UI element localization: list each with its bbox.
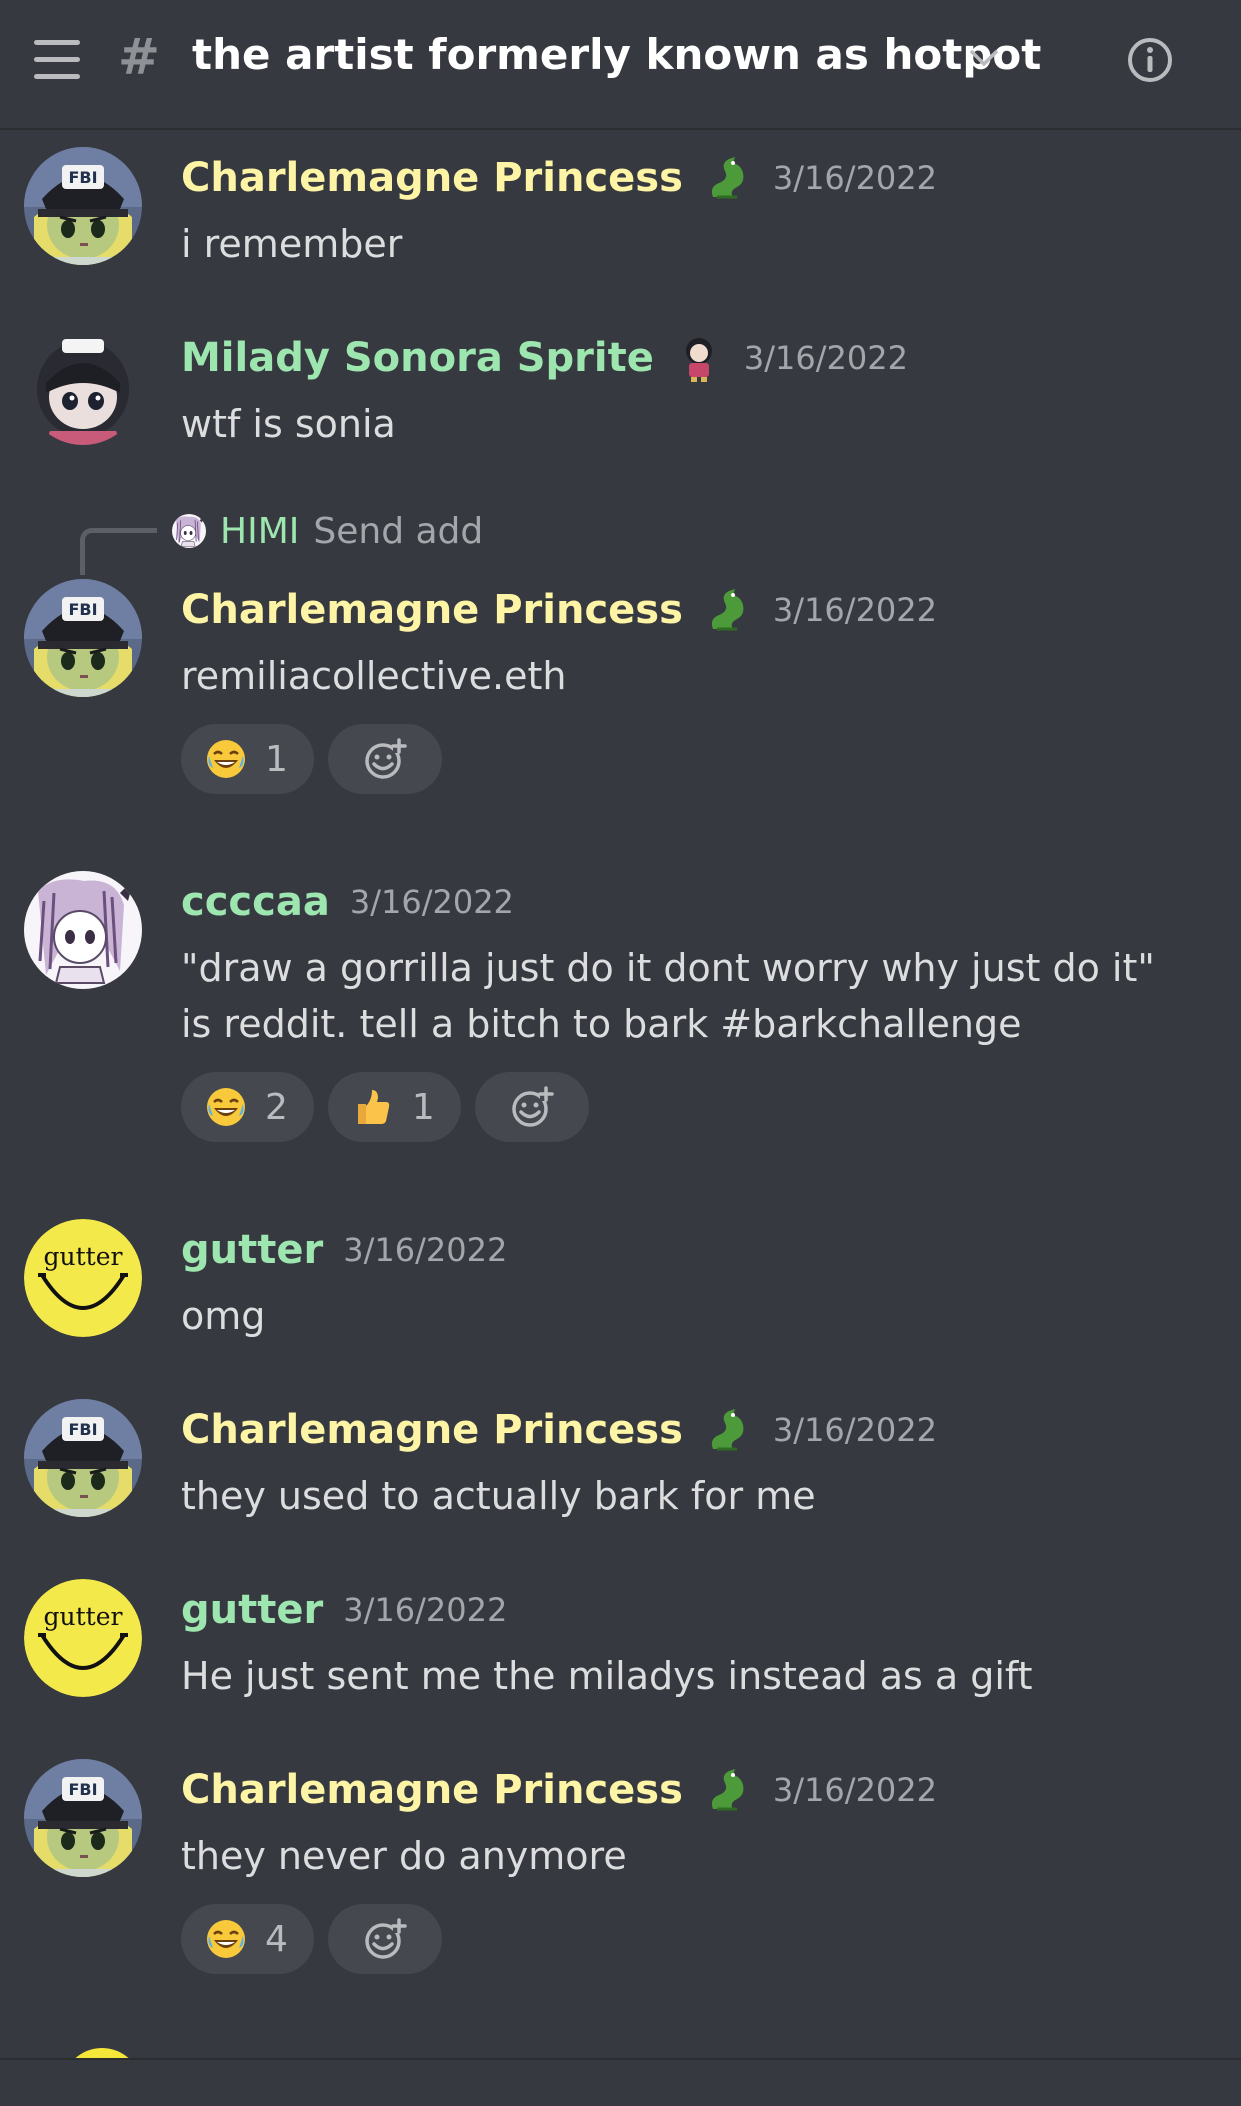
message-text: they never do anymore (181, 1834, 627, 1878)
author-name[interactable]: Charlemagne Princess (181, 155, 683, 201)
add-reaction-button[interactable] (327, 724, 442, 794)
avatar[interactable] (24, 871, 142, 989)
reply-connector (80, 528, 157, 575)
reaction-count: 2 (265, 1086, 288, 1128)
reaction-button[interactable]: 1 (181, 724, 314, 794)
channel-header: # the artist formerly known as hotpot (0, 0, 1241, 130)
thumbs-up-emoji-icon (352, 1086, 394, 1128)
info-icon[interactable] (1126, 36, 1174, 84)
timestamp: 3/16/2022 (772, 591, 937, 629)
reaction-button[interactable]: 1 (327, 1072, 461, 1142)
dragon-badge-icon (703, 153, 753, 203)
message-text: omg (181, 1294, 266, 1338)
timestamp: 3/16/2022 (772, 1771, 937, 1809)
message-text-line: "draw a gorrilla just do it dont worry w… (181, 946, 1155, 990)
avatar[interactable] (24, 1219, 142, 1337)
divider (0, 2058, 1241, 2060)
timestamp: 3/16/2022 (743, 339, 908, 377)
chevron-down-icon[interactable] (968, 46, 1000, 70)
avatar[interactable] (62, 2048, 142, 2058)
channel-title[interactable]: the artist formerly known as hotpot (192, 30, 1041, 79)
dragon-badge-icon (703, 1765, 753, 1815)
joy-emoji-icon (205, 1086, 247, 1128)
reply-text: Send add (313, 510, 484, 552)
reaction-count: 1 (411, 1086, 435, 1128)
reaction-button[interactable]: 2 (181, 1072, 314, 1142)
message-text: i remember (181, 222, 403, 266)
author-name[interactable]: Charlemagne Princess (181, 1407, 683, 1453)
reply-avatar (172, 514, 206, 548)
add-reaction-icon (363, 1917, 407, 1961)
add-reaction-button[interactable] (474, 1072, 589, 1142)
author-name[interactable]: Charlemagne Princess (181, 587, 683, 633)
hash-icon: # (118, 28, 160, 86)
joy-emoji-icon (205, 738, 247, 780)
menu-icon[interactable] (34, 38, 80, 82)
timestamp: 3/16/2022 (772, 159, 937, 197)
reply-author: HIMI (220, 510, 300, 552)
timestamp: 3/16/2022 (343, 1591, 508, 1629)
message-text: "draw a gorrilla just do it dont worry w… (181, 940, 1201, 1052)
message-text: wtf is sonia (181, 402, 396, 446)
author-name[interactable]: Milady Sonora Sprite (181, 335, 654, 381)
author-name[interactable]: gutter (181, 1587, 323, 1633)
message-text-line: is reddit. tell a bitch to bark #barkcha… (181, 1002, 1022, 1046)
joy-emoji-icon (205, 1918, 247, 1960)
avatar[interactable] (24, 327, 142, 445)
reply-reference[interactable]: HIMI Send add (172, 506, 483, 556)
timestamp: 3/16/2022 (349, 883, 514, 921)
girl-badge-icon (674, 333, 724, 383)
reaction-count: 1 (265, 738, 288, 780)
reaction-count: 4 (265, 1918, 288, 1960)
avatar[interactable] (24, 147, 142, 265)
reaction-button[interactable]: 4 (181, 1904, 314, 1974)
timestamp: 3/16/2022 (772, 1411, 937, 1449)
avatar[interactable] (24, 1759, 142, 1877)
dragon-badge-icon (703, 1405, 753, 1455)
avatar[interactable] (24, 579, 142, 697)
message-text: remiliacollective.eth (181, 654, 567, 698)
add-reaction-button[interactable] (327, 1904, 442, 1974)
message-text: He just sent me the miladys instead as a… (181, 1654, 1033, 1698)
author-name[interactable]: ccccaa (181, 879, 330, 925)
author-name[interactable]: Charlemagne Princess (181, 1767, 683, 1813)
author-name[interactable]: gutter (181, 1227, 323, 1273)
add-reaction-icon (510, 1085, 554, 1129)
message-text: they used to actually bark for me (181, 1474, 816, 1518)
add-reaction-icon (363, 737, 407, 781)
avatar[interactable] (24, 1399, 142, 1517)
timestamp: 3/16/2022 (343, 1231, 508, 1269)
dragon-badge-icon (703, 585, 753, 635)
avatar[interactable] (24, 1579, 142, 1697)
